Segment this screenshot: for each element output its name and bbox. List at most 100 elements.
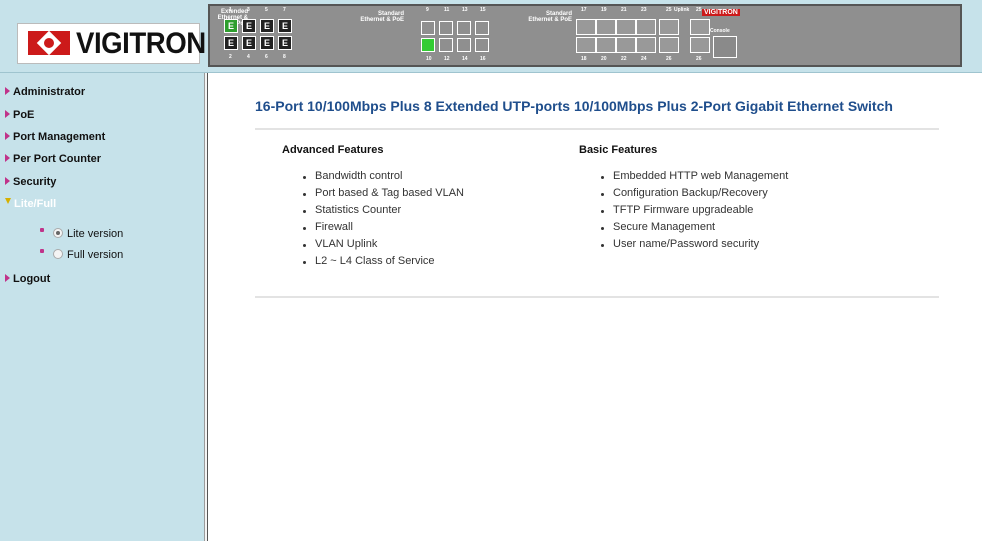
port-num: 1 [229, 7, 232, 13]
option-label: Full version [67, 249, 124, 261]
page-title: 16-Port 10/100Mbps Plus 8 Extended UTP-p… [255, 98, 893, 114]
arrow-right-icon [5, 177, 10, 186]
port-4[interactable]: E [242, 36, 256, 50]
port-num: 17 [581, 7, 587, 13]
port-15[interactable] [475, 21, 489, 35]
basic-features-heading: Basic Features [579, 144, 658, 156]
port-num: 16 [480, 56, 486, 62]
port-num: 25 [696, 7, 702, 13]
port-16[interactable] [475, 38, 489, 52]
standard-group-label: Standard Ethernet & PoE [528, 11, 572, 23]
list-item: TFTP Firmware upgradeable [601, 202, 788, 219]
list-item: L2 ~ L4 Class of Service [303, 253, 464, 270]
panel-brand-logo: VIGITRON [702, 9, 740, 16]
port-14[interactable] [457, 38, 471, 52]
port-22[interactable] [616, 37, 636, 53]
advanced-features-heading: Advanced Features [282, 144, 384, 156]
list-item: Embedded HTTP web Management [601, 168, 788, 185]
sidebar-item-logout[interactable]: Logout [5, 273, 50, 285]
port-21[interactable] [616, 19, 636, 35]
sidebar-item-label: PoE [13, 109, 35, 121]
sidebar-item-label: Logout [13, 273, 51, 285]
list-item: Statistics Counter [303, 202, 464, 219]
port-26[interactable] [659, 37, 679, 53]
port-5[interactable]: E [260, 19, 274, 33]
option-label: Lite version [67, 228, 124, 240]
port-25[interactable] [659, 19, 679, 35]
port-12[interactable] [439, 38, 453, 52]
standard-group-label: Standard Ethernet & PoE [360, 11, 404, 23]
arrow-right-icon [5, 87, 10, 96]
frame-divider[interactable] [204, 73, 208, 541]
arrow-right-icon [5, 274, 10, 283]
port-7[interactable]: E [278, 19, 292, 33]
port-6[interactable]: E [260, 36, 274, 50]
port-23[interactable] [636, 19, 656, 35]
port-num: 5 [265, 7, 268, 13]
sidebar-item-label: Security [13, 176, 57, 188]
bullet-icon [40, 249, 44, 253]
port-num: 4 [247, 54, 250, 60]
port-18[interactable] [576, 37, 596, 53]
logo-text: VIGITRON [76, 27, 206, 60]
port-26-combo[interactable] [690, 37, 710, 53]
port-num: 8 [283, 54, 286, 60]
lite-version-option[interactable]: Lite version [40, 228, 124, 240]
vigitron-logo: VIGITRON [17, 23, 206, 64]
port-num: 10 [426, 56, 432, 62]
port-11[interactable] [439, 21, 453, 35]
sidebar-item-poe[interactable]: PoE [5, 109, 34, 121]
port-1[interactable]: E [224, 19, 238, 33]
sidebar-item-port-management[interactable]: Port Management [5, 131, 105, 143]
port-num: 19 [601, 7, 607, 13]
port-9[interactable] [421, 21, 435, 35]
full-version-radio[interactable] [53, 249, 63, 260]
sidebar-item-administrator[interactable]: Administrator [5, 86, 85, 98]
port-25-combo[interactable] [690, 19, 710, 35]
divider-top [255, 128, 939, 130]
sidebar-item-label: Per Port Counter [13, 153, 102, 165]
port-20[interactable] [596, 37, 616, 53]
sidebar-item-lite-full[interactable]: Lite/Full [5, 198, 56, 210]
console-label: Console [710, 28, 730, 34]
eye-logo-icon [28, 30, 70, 56]
sidebar-item-label: Administrator [13, 86, 86, 98]
list-item: User name/Password security [601, 236, 788, 253]
port-8[interactable]: E [278, 36, 292, 50]
port-3[interactable]: E [242, 19, 256, 33]
arrow-right-icon [5, 132, 10, 141]
port-num: 6 [265, 54, 268, 60]
list-item: Secure Management [601, 219, 788, 236]
port-num: 12 [444, 56, 450, 62]
port-num: 25 [666, 7, 672, 13]
port-num: 22 [621, 56, 627, 62]
port-2[interactable]: E [224, 36, 238, 50]
console-port[interactable] [713, 36, 737, 58]
full-version-option[interactable]: Full version [40, 249, 124, 261]
port-num: 24 [641, 56, 647, 62]
port-num: 3 [247, 7, 250, 13]
sidebar-item-label: Port Management [13, 131, 106, 143]
port-num: 18 [581, 56, 587, 62]
port-num: 20 [601, 56, 607, 62]
divider-bottom [255, 296, 939, 298]
port-num: 9 [426, 7, 429, 13]
list-item: Bandwidth control [303, 168, 464, 185]
list-item: Port based & Tag based VLAN [303, 185, 464, 202]
sidebar-item-per-port-counter[interactable]: Per Port Counter [5, 153, 101, 165]
port-num: 23 [641, 7, 647, 13]
port-17[interactable] [576, 19, 596, 35]
port-24[interactable] [636, 37, 656, 53]
arrow-down-icon [5, 198, 11, 208]
port-10[interactable] [421, 38, 435, 52]
lite-version-radio[interactable] [53, 228, 63, 239]
port-13[interactable] [457, 21, 471, 35]
port-num: 7 [283, 7, 286, 13]
list-item: VLAN Uplink [303, 236, 464, 253]
header: VIGITRON Extended Ethernet & PoE 1 3 5 7… [0, 0, 982, 73]
port-19[interactable] [596, 19, 616, 35]
sidebar-item-security[interactable]: Security [5, 176, 56, 188]
port-num: 26 [696, 56, 702, 62]
port-num: 11 [444, 7, 450, 13]
basic-features-list: Embedded HTTP web Management Configurati… [601, 168, 788, 253]
